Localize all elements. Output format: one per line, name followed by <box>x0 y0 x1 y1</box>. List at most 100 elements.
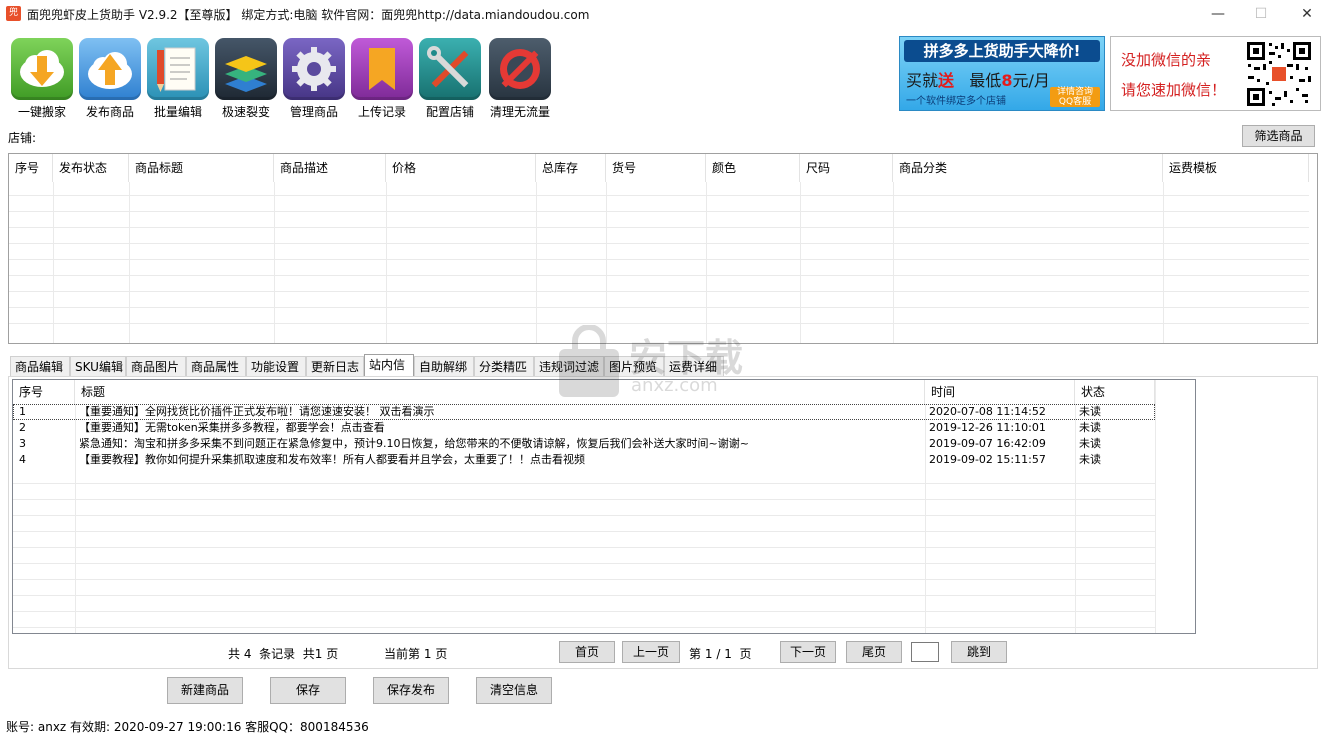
column-header[interactable]: 标题 <box>75 380 925 404</box>
row-title: 【重要通知】全网找货比价插件正式发布啦！请您速速安装！ 双击看演示 <box>79 405 435 418</box>
toolbar-batch-edit-button[interactable]: 批量编辑 <box>146 38 210 119</box>
toolbar-label: 一键搬家 <box>17 105 66 119</box>
toolbar-move-button[interactable]: 一键搬家 <box>10 38 74 119</box>
grid-line <box>386 182 387 343</box>
gear-icon <box>283 38 345 100</box>
pages-count: 1 <box>314 647 323 661</box>
column-header[interactable]: 货号 <box>606 154 706 182</box>
first-page-button[interactable]: 首页 <box>559 641 615 663</box>
clear-info-button[interactable]: 清空信息 <box>476 677 552 704</box>
promo-offer-price: 8 <box>1001 71 1013 90</box>
wechat-banner[interactable]: 没加微信的亲 请您速加微信！ <box>1110 36 1321 111</box>
row-status: 未读 <box>1079 421 1101 434</box>
current-page: 当前第 1 页 <box>384 645 447 662</box>
column-header[interactable]: 状态 <box>1075 380 1155 404</box>
toolbar-label: 清理无流量 <box>489 105 550 119</box>
save-button[interactable]: 保存 <box>270 677 346 704</box>
minimize-button[interactable]: — <box>1203 4 1233 24</box>
jump-button[interactable]: 跳到 <box>951 641 1007 663</box>
status-bar: 账号: anxz 有效期: 2020-09-27 19:00:16 客服QQ：8… <box>6 720 369 734</box>
total-suffix: 条记录 <box>259 647 296 661</box>
current-prefix: 当前第 <box>384 647 421 661</box>
row-number: 4 <box>19 453 26 466</box>
maximize-button[interactable]: ☐ <box>1246 4 1276 24</box>
row-title: 紧急通知：淘宝和拼多多采集不到问题正在紧急修复中，预计9.10日恢复，给您带来的… <box>79 437 749 450</box>
column-header[interactable]: 发布状态 <box>53 154 129 182</box>
page-jump-input[interactable] <box>911 642 939 662</box>
page-of-separator: / <box>716 647 721 661</box>
close-button[interactable]: ✕ <box>1292 4 1322 24</box>
row-time: 2019-09-02 15:11:57 <box>929 453 1046 466</box>
tab-category-match[interactable]: 分类精匹 <box>474 356 534 376</box>
toolbar-store-config-button[interactable]: 配置店铺 <box>418 38 482 119</box>
column-header[interactable]: 商品分类 <box>893 154 1163 182</box>
toolbar-publish-button[interactable]: 发布商品 <box>78 38 142 119</box>
toolbar-upload-log-button[interactable]: 上传记录 <box>350 38 414 119</box>
tab-changelog[interactable]: 更新日志 <box>306 356 364 376</box>
current-suffix: 页 <box>435 647 448 661</box>
toolbar-label: 配置店铺 <box>425 105 474 119</box>
column-header[interactable]: 颜色 <box>706 154 800 182</box>
last-page-button[interactable]: 尾页 <box>846 641 902 663</box>
column-header[interactable]: 时间 <box>925 380 1075 404</box>
grid-line <box>9 323 1309 324</box>
column-header[interactable]: 尺码 <box>800 154 893 182</box>
current-number: 1 <box>423 647 432 661</box>
pages-suffix: 页 <box>326 647 339 661</box>
promo-banner[interactable]: 拼多多上货助手大降价! 买就送 最低8元/月 一个软件绑定多个店铺 详情咨询 Q… <box>899 36 1105 111</box>
column-header[interactable]: 运费模板 <box>1163 154 1309 182</box>
tab-sku-edit[interactable]: SKU编辑 <box>70 356 126 376</box>
column-header[interactable]: 商品标题 <box>129 154 274 182</box>
toolbar-label: 发布商品 <box>85 105 134 119</box>
tab-product-edit[interactable]: 商品编辑 <box>10 356 70 376</box>
row-time: 2020-07-08 11:14:52 <box>929 405 1046 418</box>
wechat-line2: 请您速加微信！ <box>1121 81 1227 99</box>
layers-icon <box>215 38 277 100</box>
toolbar-label: 极速裂变 <box>221 105 270 119</box>
grid-line <box>75 404 76 633</box>
row-title: 【重要教程】教你如何提升采集抓取速度和发布效率！所有人都要看并且学会，太重要了！… <box>79 453 585 466</box>
tab-messages[interactable]: 站内信 <box>364 354 414 376</box>
tab-settings[interactable]: 功能设置 <box>246 356 306 376</box>
toolbar-clean-button[interactable]: 清理无流量 <box>488 38 552 119</box>
upload-cloud-icon <box>79 38 141 100</box>
watermark: 安下载 anxz.com <box>555 325 775 405</box>
prev-page-button[interactable]: 上一页 <box>622 641 680 663</box>
table-row[interactable]: 3 紧急通知：淘宝和拼多多采集不到问题正在紧急修复中，预计9.10日恢复，给您带… <box>13 436 1155 452</box>
save-publish-button[interactable]: 保存发布 <box>373 677 449 704</box>
column-header[interactable]: 总库存 <box>536 154 606 182</box>
table-row[interactable]: 4 【重要教程】教你如何提升采集抓取速度和发布效率！所有人都要看并且学会，太重要… <box>13 452 1155 468</box>
table-row[interactable]: 1 【重要通知】全网找货比价插件正式发布啦！请您速速安装！ 双击看演示 2020… <box>13 404 1155 420</box>
filter-products-button[interactable]: 筛选商品 <box>1242 125 1315 147</box>
next-page-button[interactable]: 下一页 <box>780 641 836 663</box>
empty-rows <box>13 468 1155 628</box>
tab-product-images[interactable]: 商品图片 <box>126 356 186 376</box>
toolbar-label: 上传记录 <box>357 105 406 119</box>
grid-line <box>606 182 607 343</box>
tab-product-attributes[interactable]: 商品属性 <box>186 356 246 376</box>
page-of-number: 1 <box>704 647 713 661</box>
pencil-note-icon <box>147 38 209 100</box>
product-grid[interactable]: 序号 发布状态 商品标题 商品描述 价格 总库存 货号 颜色 尺码 商品分类 运… <box>8 153 1318 344</box>
toolbar-manage-button[interactable]: 管理商品 <box>282 38 346 119</box>
column-header[interactable]: 序号 <box>13 380 75 404</box>
no-entry-icon <box>489 38 551 100</box>
column-header[interactable]: 序号 <box>9 154 53 182</box>
grid-line <box>1155 380 1156 633</box>
tab-self-unbind[interactable]: 自助解绑 <box>414 356 474 376</box>
toolbar-fission-button[interactable]: 极速裂变 <box>214 38 278 119</box>
table-row[interactable]: 2 【重要通知】无需token采集拼多多教程，都要学会！点击查看 2019-12… <box>13 420 1155 436</box>
grid-line <box>1075 404 1076 633</box>
column-header[interactable]: 价格 <box>386 154 536 182</box>
promo-qq-badge: 详情咨询 QQ客服 <box>1050 87 1100 107</box>
column-header[interactable]: 商品描述 <box>274 154 386 182</box>
new-product-button[interactable]: 新建商品 <box>167 677 243 704</box>
message-grid[interactable]: 序号 标题 时间 状态 1 【重要通知】全网找货比价插件正式发布啦！请您速速安装… <box>12 379 1196 634</box>
watermark-url: anxz.com <box>631 375 718 396</box>
grid-line <box>9 307 1309 308</box>
grid-line <box>9 275 1309 276</box>
grid-line <box>9 211 1309 212</box>
row-number: 3 <box>19 437 26 450</box>
grid-line <box>536 182 537 343</box>
tools-icon <box>419 38 481 100</box>
